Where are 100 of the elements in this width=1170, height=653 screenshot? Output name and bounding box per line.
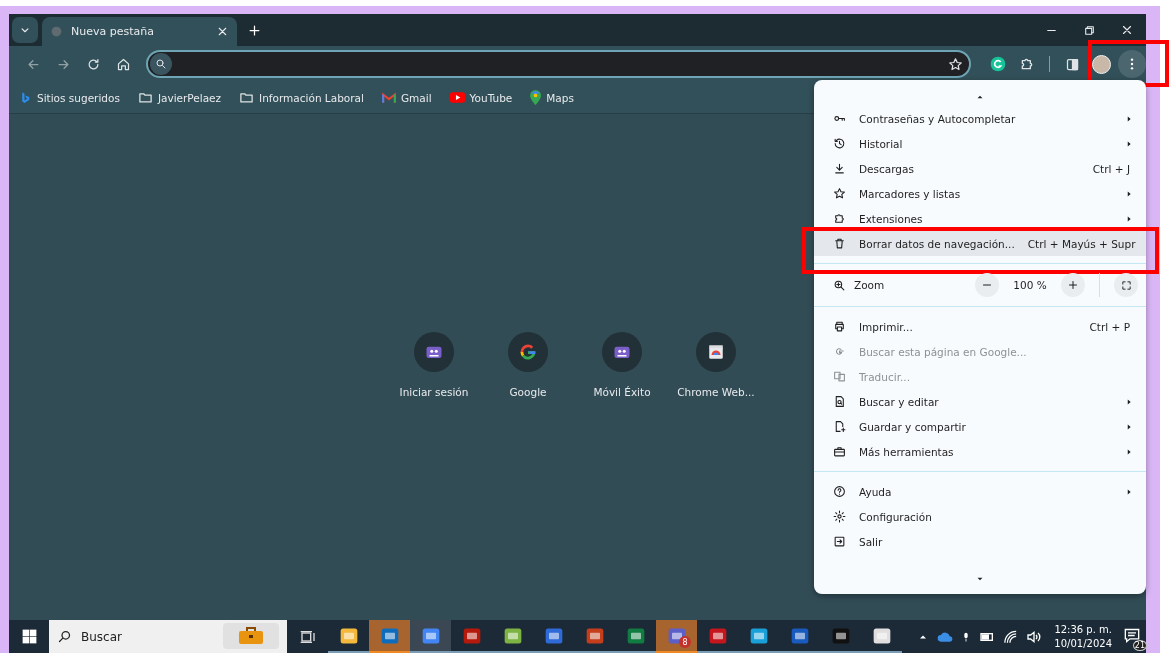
shortcut-label: Móvil Éxito <box>593 386 651 398</box>
fullscreen-button[interactable] <box>1114 273 1138 297</box>
star-icon[interactable] <box>948 56 963 72</box>
menu-item[interactable]: Más herramientas <box>814 439 1146 464</box>
history-icon <box>833 137 846 150</box>
bookmark-label: Gmail <box>400 91 432 104</box>
notification-icon[interactable] <box>1124 627 1140 643</box>
tab-title: Nueva pestaña <box>71 25 155 38</box>
notification-badge: 21 <box>1132 639 1147 651</box>
circle-logo-icon[interactable] <box>989 56 1006 72</box>
menu-item-label: Salir <box>859 535 884 548</box>
menu-item[interactable]: Buscar y editar <box>814 389 1146 414</box>
menu-button[interactable] <box>1118 50 1146 78</box>
menu-item-label: Más herramientas <box>859 445 955 458</box>
menu-item-label: Descargas <box>859 162 915 175</box>
bookmark[interactable]: JavierPelaez <box>137 90 222 105</box>
globe-icon <box>50 25 63 38</box>
shortcut-tile[interactable] <box>508 332 548 372</box>
zoom-level: 100 % <box>1012 279 1048 291</box>
browser-tab[interactable]: Nueva pestaña <box>42 17 237 46</box>
shortcut-tile[interactable] <box>414 332 454 372</box>
menu-item-label: Imprimir... <box>859 320 914 333</box>
menu-item-label: Historial <box>859 137 904 150</box>
side-panel-icon[interactable] <box>1065 56 1080 72</box>
menu-item[interactable]: Configuración <box>814 504 1146 529</box>
bookmark[interactable]: Gmail <box>381 91 432 104</box>
wifi-icon[interactable] <box>1003 629 1019 644</box>
menu-item-label: Marcadores y listas <box>859 187 962 200</box>
toolbox-icon <box>833 445 846 458</box>
home-icon[interactable] <box>115 56 131 72</box>
menu-item-label: Traducir... <box>859 370 911 383</box>
menu-item-label: Ayuda <box>859 485 893 498</box>
menu-item-label: Contraseñas y Autocompletar <box>859 112 1017 125</box>
restore-icon[interactable] <box>1082 23 1096 37</box>
search-icon <box>57 629 72 644</box>
battery-icon[interactable] <box>979 630 996 643</box>
shortcut-text: Ctrl + P <box>1089 320 1130 333</box>
shortcut-tile[interactable] <box>696 332 736 372</box>
shortcut-label: Google <box>509 386 547 398</box>
shortcut-tile[interactable] <box>602 332 642 372</box>
bookmark[interactable]: YouTube <box>449 91 513 104</box>
download-icon <box>833 162 846 175</box>
envelope-icon <box>381 91 396 104</box>
find-page-icon <box>833 395 846 408</box>
b-logo-icon <box>19 90 32 105</box>
menu-item-label: Extensiones <box>859 212 924 225</box>
menu-item-label: Buscar esta página en Google... <box>859 345 1028 358</box>
g-logo-icon <box>518 342 538 362</box>
menu-item[interactable]: Historial <box>814 131 1146 156</box>
menu-item[interactable]: Extensiones <box>814 206 1146 231</box>
clock-date: 10/01/2024 <box>1054 636 1112 651</box>
menu-item[interactable]: Descargas Ctrl + J <box>814 156 1146 181</box>
task-view-icon[interactable] <box>299 629 316 644</box>
play-button-icon <box>449 92 465 103</box>
store-logo-icon <box>707 343 725 361</box>
plus-icon <box>1067 279 1079 291</box>
settings-icon <box>833 510 846 523</box>
close-icon[interactable] <box>1120 23 1134 37</box>
clock-time: 12:36 p. m. <box>1054 622 1112 637</box>
menu-item[interactable]: Borrar datos de navegación... Ctrl + Mayús + Supr <box>814 231 1146 256</box>
close-icon <box>216 25 229 38</box>
puzzle-icon <box>833 212 846 225</box>
folder-icon <box>239 90 255 105</box>
map-pin-icon <box>530 90 542 105</box>
bookmark-label: Información Laboral <box>259 91 364 104</box>
menu-item[interactable]: Imprimir... Ctrl + P <box>814 314 1146 339</box>
menu-item[interactable]: Ayuda <box>814 479 1146 504</box>
windows-logo-icon[interactable] <box>21 629 37 644</box>
shortcut-text: Ctrl + J <box>1092 162 1130 175</box>
folder-icon <box>137 90 153 105</box>
zoom-out-button[interactable] <box>975 273 999 297</box>
bookmark[interactable]: Maps <box>530 90 574 105</box>
taskbar-app[interactable]: 8 <box>656 620 697 653</box>
menu-item[interactable]: Guardar y compartir <box>814 414 1146 439</box>
zoom-icon <box>833 278 846 292</box>
bookmark-label: Maps <box>546 91 574 104</box>
menu-item-label: Buscar y editar <box>859 395 940 408</box>
address-bar[interactable] <box>146 50 971 78</box>
tab-search-button[interactable] <box>12 17 38 43</box>
bookmark[interactable]: Información Laboral <box>239 90 364 105</box>
menu-item[interactable]: Contraseñas y Autocompletar <box>814 106 1146 131</box>
exit-icon <box>833 535 846 548</box>
g-shape-icon <box>833 345 846 358</box>
menu-item[interactable]: Marcadores y listas <box>814 181 1146 206</box>
zoom-in-button[interactable] <box>1061 273 1085 297</box>
notification-badge: 8 <box>679 636 691 648</box>
taskbar-app[interactable] <box>410 620 451 653</box>
bookmark-label: JavierPelaez <box>157 91 222 104</box>
translate-icon <box>833 370 846 383</box>
bookmark[interactable]: Sitios sugeridos <box>19 90 120 105</box>
shortcut-label: Iniciar sesión <box>399 386 469 398</box>
bookmark-label: YouTube <box>469 91 513 104</box>
speaker-icon[interactable] <box>1026 629 1043 644</box>
search-icon <box>155 58 167 70</box>
avatar[interactable] <box>1092 54 1111 74</box>
new-tab-icon[interactable] <box>247 23 262 38</box>
star-icon <box>833 187 846 200</box>
save-page-icon <box>833 420 846 433</box>
menu-item-label: Borrar datos de navegación... <box>859 237 1015 250</box>
menu-item[interactable]: Salir <box>814 529 1146 554</box>
